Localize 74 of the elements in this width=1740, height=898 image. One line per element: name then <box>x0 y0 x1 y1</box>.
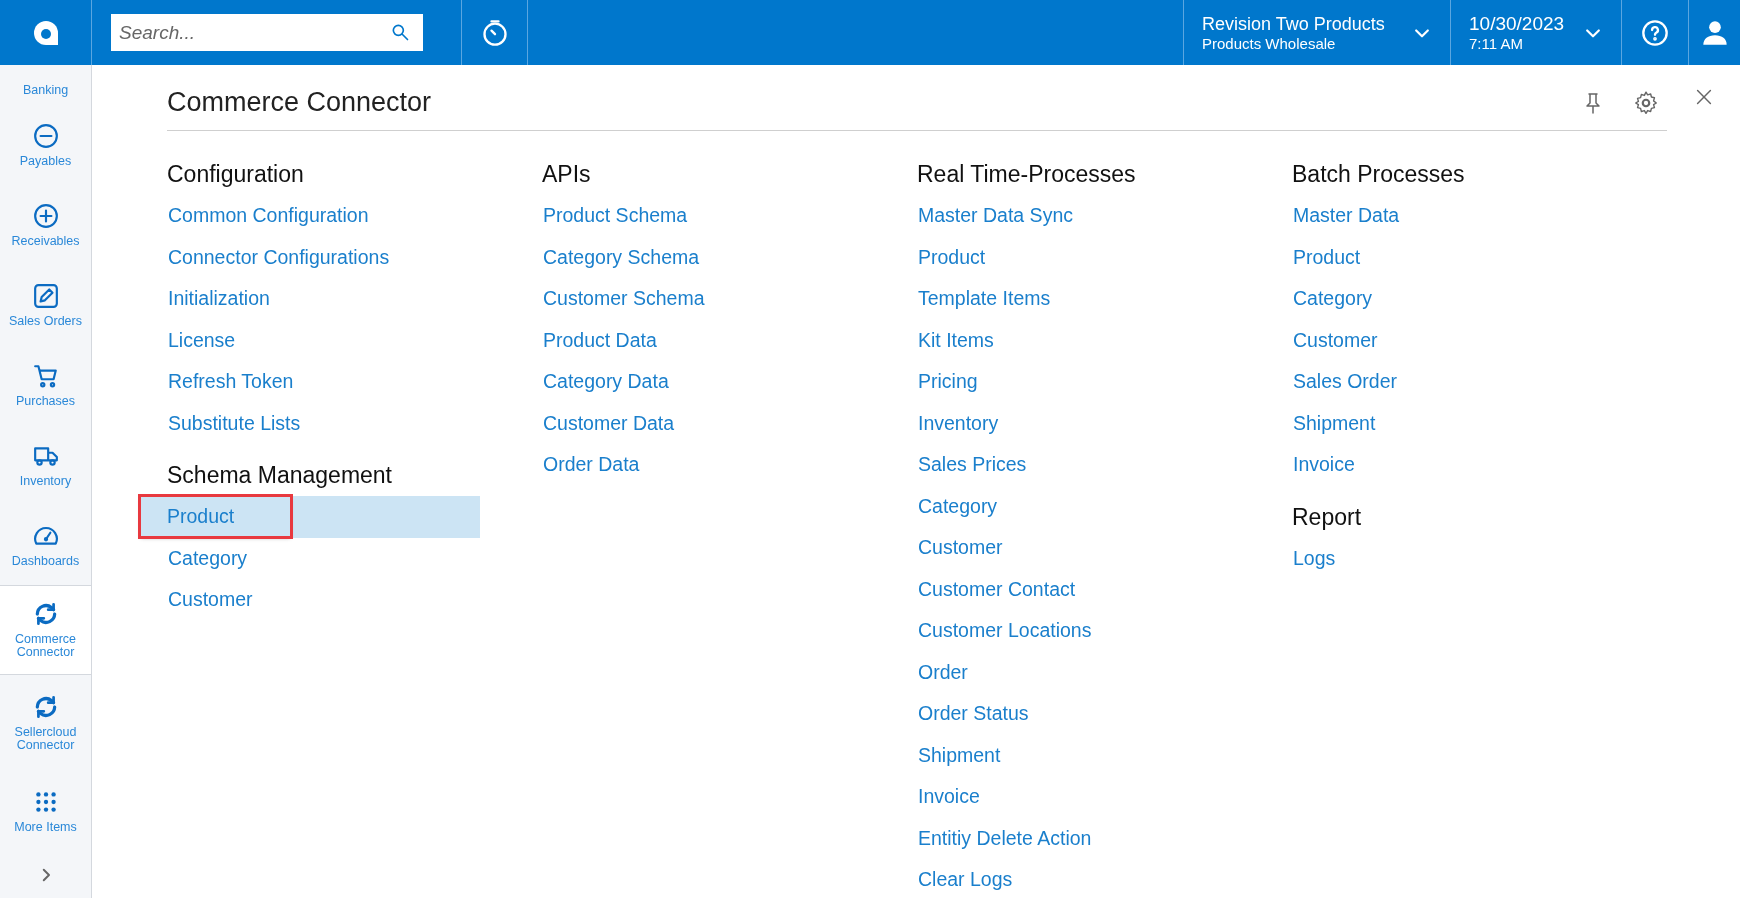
menu-link[interactable]: Common Configuration <box>167 204 370 228</box>
search-icon[interactable] <box>390 22 410 42</box>
cart-icon[interactable] <box>32 362 59 389</box>
sidebar-item[interactable]: Purchases <box>0 345 91 425</box>
minus-circle-icon[interactable] <box>32 122 59 149</box>
menu-link[interactable]: Product <box>141 497 291 537</box>
menu-link[interactable]: Clear Logs <box>917 868 1014 892</box>
sidebar-item[interactable]: Banking <box>0 65 91 105</box>
section-heading: Batch Processes <box>1292 160 1466 189</box>
section-heading: Real Time-Processes <box>917 160 1137 189</box>
menu-link[interactable]: Shipment <box>917 743 1002 767</box>
menu-link[interactable]: Logs <box>1292 546 1337 570</box>
menu-link[interactable]: Product Schema <box>542 204 689 228</box>
menu-link[interactable]: Customer Locations <box>917 619 1093 643</box>
menu-link[interactable]: Customer Contact <box>917 577 1077 601</box>
menu-link[interactable]: Customer <box>1292 328 1379 352</box>
branch-name: Products Wholesale <box>1202 34 1337 53</box>
date-text: 10/30/2023 <box>1469 12 1565 35</box>
menu-link[interactable]: Invoice <box>1292 453 1356 477</box>
menu-link[interactable]: Master Data <box>1292 204 1401 228</box>
sidebar-item[interactable]: Sales Orders <box>0 265 91 345</box>
pencil-icon[interactable] <box>32 282 59 309</box>
menu-link[interactable]: Product Data <box>542 328 658 352</box>
sidebar-item[interactable]: More Items <box>0 771 91 851</box>
menu-link[interactable]: Category Schema <box>542 245 701 269</box>
menu-link[interactable]: Template Items <box>917 287 1052 311</box>
time-text: 7:11 AM <box>1469 34 1524 53</box>
date-selector[interactable]: 10/30/2023 7:11 AM <box>1450 0 1621 65</box>
section-heading: Report <box>1292 502 1363 532</box>
plus-circle-icon[interactable] <box>32 202 59 229</box>
sidebar-item[interactable]: Receivables <box>0 185 91 265</box>
menu-link[interactable]: Shipment <box>1292 411 1377 435</box>
company-name: Revision Two Products <box>1202 12 1385 35</box>
menu-link[interactable]: License <box>167 328 237 352</box>
menu-link[interactable]: Sales Order <box>1292 370 1399 394</box>
section-heading: Schema Management <box>167 461 393 490</box>
sidebar-item[interactable]: Commerce Connector <box>0 585 91 675</box>
sidebar-item[interactable]: Dashboards <box>0 505 91 585</box>
menu-link[interactable]: Order Status <box>917 702 1030 726</box>
menu-link[interactable]: Sales Prices <box>917 453 1028 477</box>
menu-link[interactable]: Master Data Sync <box>917 204 1074 228</box>
help-icon[interactable] <box>1641 18 1669 47</box>
sidebar-item[interactable]: Payables <box>0 105 91 185</box>
search-field[interactable]: Search... <box>111 14 423 51</box>
menu-link[interactable]: Category <box>167 546 249 570</box>
menu-link[interactable]: Order <box>917 660 969 684</box>
company-selector[interactable]: Revision Two Products Products Wholesale <box>1183 0 1450 65</box>
menu-link[interactable]: Substitute Lists <box>167 411 302 435</box>
menu-link[interactable]: Pricing <box>917 370 979 394</box>
menu-link[interactable]: Kit Items <box>917 328 995 352</box>
settings-icon[interactable] <box>1633 89 1659 116</box>
menu-link[interactable]: Customer Data <box>542 411 676 435</box>
menu-link[interactable]: Category <box>917 494 999 518</box>
workspace-title: Commerce Connector <box>167 86 432 118</box>
menu-link[interactable]: Invoice <box>917 785 981 809</box>
menu-link[interactable]: Connector Configurations <box>167 245 391 269</box>
menu-link[interactable]: Entitiy Delete Action <box>917 826 1093 850</box>
menu-link[interactable]: Customer Schema <box>542 287 706 311</box>
section-heading: Configuration <box>167 160 305 189</box>
user-icon[interactable] <box>1701 18 1729 47</box>
sidebar-item[interactable]: Inventory <box>0 425 91 505</box>
menu-link[interactable]: Refresh Token <box>167 370 295 394</box>
logo-icon[interactable] <box>32 19 59 46</box>
section-heading: APIs <box>542 160 592 189</box>
menu-link[interactable]: Product <box>917 245 987 269</box>
menu-link[interactable]: Order Data <box>542 453 641 477</box>
menu-link[interactable]: Category <box>1292 287 1374 311</box>
menu-link[interactable]: Customer <box>167 588 254 612</box>
menu-link[interactable]: Initialization <box>167 287 271 311</box>
menu-link[interactable]: Product <box>1292 245 1362 269</box>
menu-link[interactable]: Inventory <box>917 411 1000 435</box>
sidebar-item[interactable]: Sellercloud Connector <box>0 675 91 771</box>
menu-link[interactable]: Category Data <box>542 370 670 394</box>
menu-link[interactable]: Customer <box>917 536 1004 560</box>
